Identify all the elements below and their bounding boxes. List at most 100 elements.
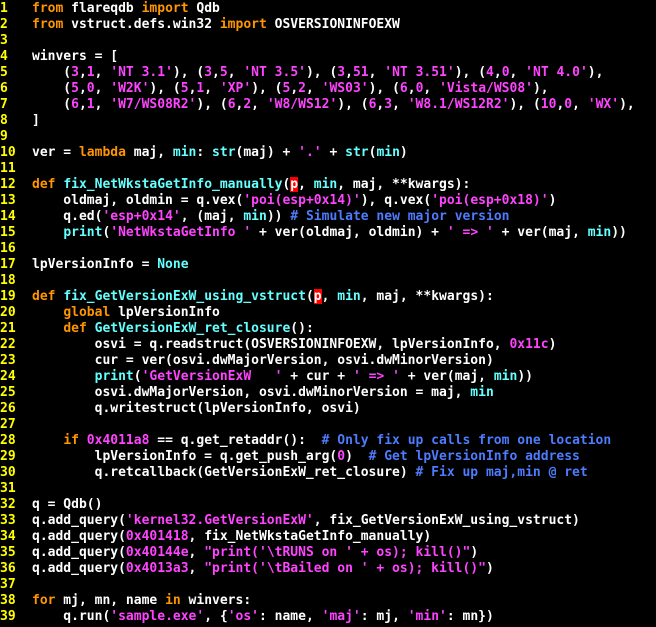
code-editor[interactable]: 1 from flareqdb import Qdb 2 from vstruct.d…	[0, 0, 656, 627]
code-line[interactable]: 28 if 0x4011a8 == q.get_retaddr(): # Onl…	[0, 433, 611, 449]
code-token: 'W7/WS08R2'	[110, 97, 197, 112]
code-line[interactable]: 15 print('NetWkstaGetInfo ' + ver(oldmaj…	[0, 225, 627, 241]
code-token: min	[493, 369, 518, 384]
code-token: mj, mn, name	[55, 593, 166, 608]
code-line[interactable]: 5 (3,1, 'NT 3.1'), (3,5, 'NT 3.5'), (3,5…	[0, 65, 603, 81]
code-text: q.ed('esp+0x14', (maj, min)) # Simulate …	[32, 209, 509, 224]
code-token: from	[32, 1, 64, 16]
code-token: GetVersionExW_ret_closure	[94, 321, 291, 336]
code-token: 'esp+0x14'	[102, 209, 181, 224]
code-line[interactable]: 26 q.writestruct(lpVersionInfo, osvi)	[0, 401, 361, 417]
code-line[interactable]: 7 (6,1, 'W7/WS08R2'), (6,2, 'W8/WS12'), …	[0, 97, 635, 113]
code-text: if 0x4011a8 == q.get_retaddr(): # Only f…	[32, 433, 611, 448]
code-token: (	[32, 97, 72, 112]
code-line[interactable]: 2 from vstruct.defs.win32 import OSVERSIO…	[0, 17, 400, 33]
code-text: q.add_query(0x401418, fix_NetWkstaGetInf…	[32, 529, 431, 544]
code-line[interactable]: 11	[0, 161, 32, 177]
code-line[interactable]: 6 (5,0, 'W2K'), (5,1, 'XP'), (5,2, 'WS03…	[0, 81, 549, 97]
code-token: 'WX'	[587, 97, 620, 112]
code-line[interactable]: 37	[0, 577, 32, 593]
code-line[interactable]: 39 q.run('sample.exe', {'os': name, 'maj…	[0, 609, 494, 625]
line-number: 22	[0, 337, 16, 352]
code-line[interactable]: 8]	[0, 113, 40, 129]
line-number: 34	[0, 529, 16, 544]
code-token: ,	[345, 65, 353, 80]
code-line[interactable]: 19 def fix_GetVersionExW_using_vstruct(p,…	[0, 289, 494, 305]
code-line[interactable]: 34 q.add_query(0x401418, fix_NetWkstaGetI…	[0, 529, 431, 545]
line-number: 27	[0, 417, 16, 432]
code-token: if	[63, 433, 79, 448]
code-line[interactable]: 9	[0, 129, 32, 145]
code-token: min	[376, 145, 400, 160]
code-line[interactable]: 27	[0, 417, 32, 433]
code-line[interactable]: 21 def GetVersionExW_ret_closure():	[0, 321, 314, 337]
code-line[interactable]: 4 winvers = [	[0, 49, 118, 65]
line-number: 8	[0, 113, 8, 128]
code-token: 0	[564, 97, 573, 112]
code-token: ,	[290, 81, 299, 96]
line-number: 25	[0, 385, 16, 400]
code-token: maj,	[125, 145, 173, 160]
code-token: 'W2K'	[110, 81, 150, 96]
code-line[interactable]: 13 oldmaj, oldmin = q.vex('poi(esp+0x14)…	[0, 193, 556, 209]
code-line[interactable]: 22 osvi = q.readstruct(OSVERSIONINFOEXW,…	[0, 337, 556, 353]
code-line[interactable]: 3	[0, 33, 32, 49]
code-token: for	[32, 593, 56, 608]
code-token: 'maj'	[321, 609, 361, 624]
code-line[interactable]: 12 def fix_NetWkstaGetInfo_manually(p, mi…	[0, 177, 470, 193]
code-token: 'poi(esp+0x18)'	[431, 193, 549, 208]
code-line[interactable]: 18	[0, 273, 32, 289]
line-number: 12	[0, 177, 16, 192]
code-line[interactable]: 33 q.add_query('kernel32.GetVersionExW', …	[0, 513, 580, 529]
code-line[interactable]: 14 q.ed('esp+0x14', (maj, min)) # Simula…	[0, 209, 509, 225]
line-number: 39	[0, 609, 16, 624]
code-line[interactable]: 35 q.add_query(0x40144e, "print('\tRUNS o…	[0, 545, 478, 561]
code-line[interactable]: 32 q = Qdb()	[0, 497, 102, 513]
code-token: 'WS03'	[321, 81, 369, 96]
text-cursor: p	[313, 289, 322, 304]
code-line[interactable]: 10 ver = lambda maj, min: str(maj) + '.' …	[0, 145, 408, 161]
code-token: + ver(maj,	[399, 369, 494, 384]
code-token: 0	[86, 81, 95, 96]
code-token: == q.get_retaddr():	[149, 433, 322, 448]
code-text: for mj, mn, name in winvers:	[32, 593, 251, 608]
code-token: 2	[243, 97, 252, 112]
code-token: "print('\tBailed on ' + os); kill()"	[204, 561, 486, 576]
code-line[interactable]: 23 cur = ver(osvi.dwMajorVersion, osvi.d…	[0, 353, 494, 369]
code-token: ,	[227, 65, 244, 80]
code-token: "print('\tRUNS on ' + os); kill()"	[204, 545, 471, 560]
code-token: ,	[212, 65, 220, 80]
code-line[interactable]: 16	[0, 241, 32, 257]
code-token: min	[172, 145, 197, 160]
code-line[interactable]: 29 lpVersionInfo = q.get_push_arg(0) # G…	[0, 449, 580, 465]
code-token: 'Vista/WS08'	[439, 81, 533, 96]
code-line[interactable]: 1 from flareqdb import Qdb	[0, 1, 220, 17]
code-text: ver = lambda maj, min: str(maj) + '.' + …	[32, 145, 408, 160]
code-line[interactable]: 24 print('GetVersionExW ' + cur + ' => '…	[0, 369, 533, 385]
code-token: 6	[399, 81, 408, 96]
code-line[interactable]: 36 q.add_query(0x4013a3, "print('\tBailed…	[0, 561, 494, 577]
line-number: 7	[0, 97, 8, 112]
line-number: 3	[0, 33, 8, 48]
code-line[interactable]: 30 q.retcallback(GetVersionExW_ret_closu…	[0, 465, 588, 481]
code-token: , maj, **kwargs):	[360, 289, 494, 304]
code-token: ), (	[454, 65, 487, 80]
line-number: 15	[0, 225, 16, 240]
code-token: ,	[305, 81, 322, 96]
code-line[interactable]: 38 for mj, mn, name in winvers:	[0, 593, 251, 609]
code-token: +	[321, 145, 346, 160]
code-text: q = Qdb()	[32, 497, 102, 512]
code-line[interactable]: 31	[0, 481, 32, 497]
code-text: osvi = q.readstruct(OSVERSIONINFOEXW, lp…	[32, 337, 557, 352]
code-line[interactable]: 25 osvi.dwMajorVersion, osvi.dwMinorVers…	[0, 385, 494, 401]
code-token: 0x11c	[509, 337, 549, 352]
line-number: 21	[0, 321, 16, 336]
code-line[interactable]: 17 lpVersionInfo = None	[0, 257, 189, 273]
code-token: ,	[94, 65, 111, 80]
code-token: min	[313, 177, 338, 192]
code-line[interactable]: 20 global lpVersionInfo	[0, 305, 220, 321]
code-token: ), (	[368, 81, 400, 96]
